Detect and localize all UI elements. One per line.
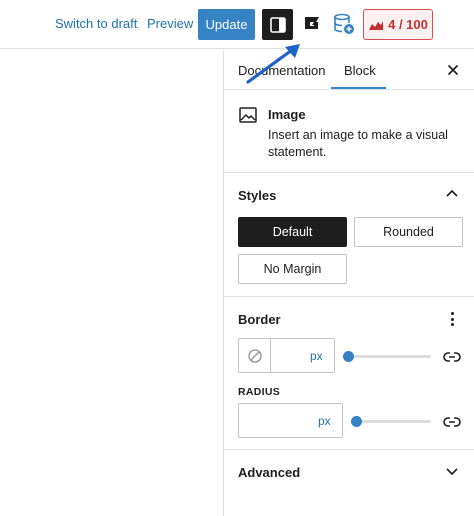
preview-button[interactable]: Preview — [147, 16, 193, 31]
sidebar-toggle-icon — [269, 16, 286, 33]
border-width-input[interactable]: px — [238, 338, 335, 373]
seo-score-value: 4 / 100 — [388, 17, 428, 32]
radius-unit[interactable]: px — [318, 414, 331, 428]
styles-panel: Styles Default Rounded No Margin — [224, 174, 474, 297]
annotation-arrow-icon — [246, 44, 300, 84]
seo-score-icon — [369, 20, 384, 30]
border-width-slider-thumb[interactable] — [343, 351, 354, 362]
g-plugin-icon — [305, 17, 319, 29]
switch-to-draft-button[interactable]: Switch to draft — [55, 16, 137, 31]
block-description: Insert an image to make a visual stateme… — [268, 128, 448, 159]
radius-slider-track[interactable] — [356, 420, 431, 423]
block-card: Image Insert an image to make a visual s… — [224, 91, 474, 173]
radius-slider-thumb[interactable] — [351, 416, 362, 427]
border-width-unit[interactable]: px — [310, 349, 323, 363]
active-tab-indicator — [331, 87, 386, 89]
link-sides-icon[interactable] — [443, 351, 461, 363]
database-button[interactable] — [330, 10, 358, 38]
radius-label: RADIUS — [238, 386, 281, 398]
settings-sidebar: Documentation Block Image Insert an imag… — [223, 50, 474, 516]
border-options-button[interactable] — [446, 310, 458, 328]
editor-toolbar: Switch to draft Preview Update 4 / 100 — [0, 0, 474, 49]
block-name: Image — [268, 107, 306, 122]
advanced-panel[interactable]: Advanced — [224, 451, 474, 491]
close-sidebar-button[interactable] — [443, 60, 463, 80]
advanced-panel-title[interactable]: Advanced — [238, 465, 300, 480]
radius-input[interactable]: px — [238, 403, 343, 438]
close-icon — [447, 64, 459, 76]
styles-panel-title[interactable]: Styles — [238, 188, 276, 203]
seo-score-button[interactable]: 4 / 100 — [363, 9, 433, 40]
sidebar-toggle-button[interactable] — [262, 9, 293, 40]
image-icon — [239, 107, 257, 123]
link-corners-icon[interactable] — [443, 416, 461, 428]
database-add-icon — [334, 13, 354, 34]
no-color-icon — [247, 348, 262, 363]
border-panel-title: Border — [238, 312, 281, 327]
editor-canvas[interactable] — [0, 50, 223, 516]
tab-block[interactable]: Block — [344, 63, 376, 78]
g-plugin-button[interactable] — [299, 11, 325, 37]
style-rounded-button[interactable]: Rounded — [354, 217, 463, 247]
chevron-up-icon[interactable] — [444, 186, 460, 202]
border-color-button[interactable] — [239, 339, 271, 372]
border-panel: Border px RADIUS px — [224, 298, 474, 450]
border-width-slider-track[interactable] — [348, 355, 431, 358]
update-button[interactable]: Update — [198, 9, 255, 40]
style-default-button[interactable]: Default — [238, 217, 347, 247]
chevron-down-icon[interactable] — [444, 463, 460, 479]
style-no-margin-button[interactable]: No Margin — [238, 254, 347, 284]
